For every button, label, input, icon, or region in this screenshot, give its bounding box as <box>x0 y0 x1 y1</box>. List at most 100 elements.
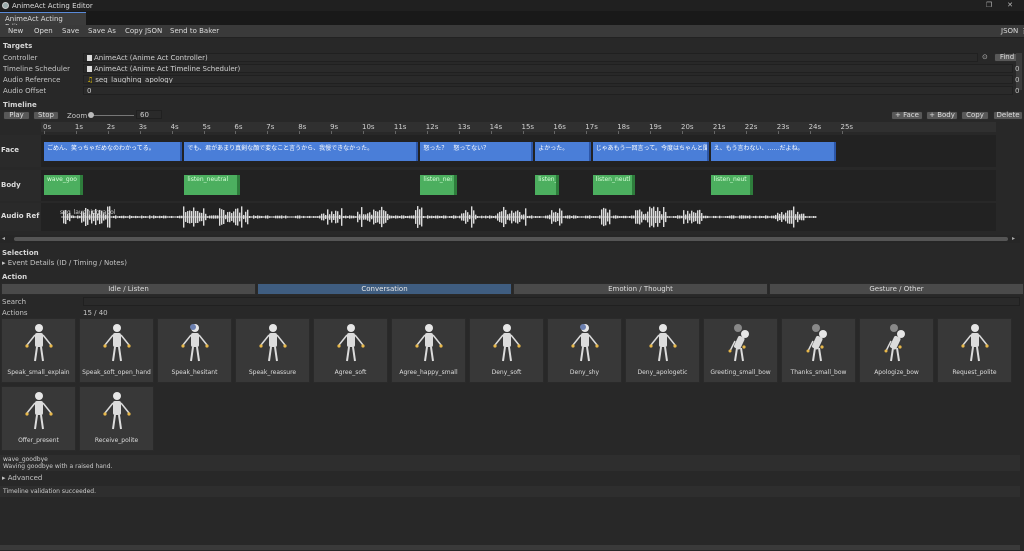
stop-button[interactable]: Stop <box>33 111 59 120</box>
face-clip[interactable]: よかった。 <box>535 142 591 161</box>
action-card[interactable]: Deny_shy <box>547 318 622 383</box>
open-button[interactable]: Open <box>29 26 58 37</box>
body-clip[interactable]: wave_goo <box>44 175 84 195</box>
body-clip[interactable]: listen_neut <box>710 175 754 195</box>
waveform-bar <box>537 216 539 218</box>
action-card[interactable]: Speak_reassure <box>235 318 310 383</box>
waveform-bar <box>775 214 777 220</box>
tab-editor[interactable]: AnimeAct Acting Editor <box>0 12 86 31</box>
action-card[interactable]: Thanks_small_bow <box>781 318 856 383</box>
selected-action-name: wave_goodbye <box>3 456 48 463</box>
audio-reference-value: seq_laughing_apology <box>95 76 173 84</box>
timeline-scrollbar[interactable]: ◂ ▸ <box>0 235 1020 243</box>
waveform-bar <box>809 216 811 218</box>
action-card[interactable]: Speak_hesitant <box>157 318 232 383</box>
scrollbar-thumb[interactable] <box>14 237 1008 241</box>
advanced-foldout[interactable]: ▸ Advanced <box>2 474 42 482</box>
waveform-bar <box>301 216 303 218</box>
actions-label: Actions <box>2 309 28 317</box>
body-clip[interactable]: listen_nei <box>420 175 457 195</box>
send-to-baker-button[interactable]: Send to Baker <box>165 26 224 37</box>
audio-reference-field[interactable]: ♫ seq_laughing_apology <box>83 75 1013 84</box>
waveform-bar <box>337 211 339 223</box>
close-icon[interactable]: ✕ <box>1005 1 1015 10</box>
scroll-left-icon[interactable]: ◂ <box>2 235 5 242</box>
category-tab[interactable]: Gesture / Other <box>769 283 1024 295</box>
ruler-tick-mark <box>841 131 843 134</box>
body-track[interactable] <box>0 170 996 201</box>
body-clip[interactable]: listen_neutl <box>592 175 636 195</box>
waveform-bar <box>75 216 77 218</box>
zoom-slider-track[interactable] <box>90 115 134 116</box>
body-clip[interactable]: listen_neutral <box>184 175 240 195</box>
waveform-bar <box>651 208 653 226</box>
ruler-tick-mark <box>139 131 141 134</box>
waveform-bar <box>701 213 703 221</box>
waveform-bar <box>201 212 203 222</box>
ruler-tick-label: 18s <box>617 123 630 131</box>
audio-clip-icon: ♫ <box>87 76 94 84</box>
play-button[interactable]: Play <box>3 111 30 120</box>
category-tab[interactable]: Conversation <box>257 283 512 295</box>
waveform-bar <box>611 216 613 218</box>
action-card[interactable]: Apologize_bow <box>859 318 934 383</box>
waveform-bar <box>661 214 663 220</box>
action-card[interactable]: Greeting_small_bow <box>703 318 778 383</box>
ruler-tick-mark <box>171 131 173 134</box>
search-input[interactable] <box>83 297 1020 306</box>
waveform-bar <box>379 210 381 224</box>
waveform-bar <box>515 211 517 223</box>
waveform-bar <box>751 216 753 218</box>
scroll-right-icon[interactable]: ▸ <box>1012 235 1015 242</box>
controller-field[interactable]: AnimeAct (Anime Act Controller) <box>83 53 978 62</box>
waveform-bar <box>481 215 483 219</box>
add-face-button[interactable]: + Face <box>891 111 923 120</box>
zoom-slider-handle[interactable] <box>88 112 94 118</box>
face-clip[interactable]: 怒った？ 怒ってない？ <box>420 142 534 161</box>
object-picker-icon[interactable]: ⊙ <box>982 53 988 61</box>
save-button[interactable]: Save <box>57 26 84 37</box>
body-clip[interactable]: listen_ <box>535 175 559 195</box>
waveform-bar <box>119 215 121 219</box>
waveform-bar <box>293 216 295 218</box>
action-card[interactable]: Speak_soft_open_hand <box>79 318 154 383</box>
face-clip[interactable]: じゃあもう一回言って。今度はちゃんと聞く。 <box>592 142 709 161</box>
action-card[interactable]: Agree_soft <box>313 318 388 383</box>
audio-offset-field[interactable]: 0 <box>83 86 1013 95</box>
add-body-button[interactable]: + Body <box>926 111 958 120</box>
scheduler-field[interactable]: AnimeAct (Anime Act Timeline Scheduler) <box>83 64 1013 73</box>
delete-button[interactable]: Delete <box>993 111 1023 120</box>
event-details-foldout[interactable]: ▸ Event Details (ID / Timing / Notes) <box>2 259 127 267</box>
copy-json-button[interactable]: Copy JSON <box>120 26 167 37</box>
waveform-bar <box>397 215 399 219</box>
face-clip[interactable]: ごめん、笑っちゃだめなのわかってる。 <box>44 142 183 161</box>
waveform-bar <box>371 214 373 220</box>
action-card[interactable]: Receive_polite <box>79 386 154 451</box>
json-menu-button[interactable]: JSON ⋮ <box>999 26 1024 37</box>
face-clip[interactable]: え、もう言わない、……だよね。 <box>710 142 837 161</box>
actions-count: 15 / 40 <box>83 309 108 317</box>
action-card[interactable]: Deny_soft <box>469 318 544 383</box>
action-card[interactable]: Deny_apologetic <box>625 318 700 383</box>
restore-icon[interactable]: ❐ <box>984 1 994 10</box>
face-clip[interactable]: でも、君があまり真剣な顔で変なこと言うから、我慢できなかった。 <box>184 142 419 161</box>
action-card[interactable]: Agree_happy_small <box>391 318 466 383</box>
waveform-bar <box>461 213 463 221</box>
copy-button[interactable]: Copy <box>961 111 989 120</box>
zoom-value-field[interactable]: 60 <box>136 110 162 119</box>
save-as-button[interactable]: Save As <box>83 26 121 37</box>
ruler-tick-label: 5s <box>202 123 211 131</box>
waveform-bar <box>489 215 491 219</box>
action-card[interactable]: Offer_present <box>1 386 76 451</box>
new-button[interactable]: New <box>3 26 28 37</box>
action-card[interactable]: Speak_small_explain <box>1 318 76 383</box>
category-tab[interactable]: Emotion / Thought <box>513 283 768 295</box>
waveform-bar <box>187 211 189 223</box>
waveform-bar <box>497 213 499 221</box>
action-card[interactable]: Request_polite <box>937 318 1012 383</box>
selection-header: Selection <box>2 249 39 257</box>
waveform-bar <box>805 216 807 218</box>
waveform-bar <box>411 215 413 219</box>
category-tab[interactable]: Idle / Listen <box>1 283 256 295</box>
bottom-scrollbar[interactable] <box>0 545 1020 550</box>
